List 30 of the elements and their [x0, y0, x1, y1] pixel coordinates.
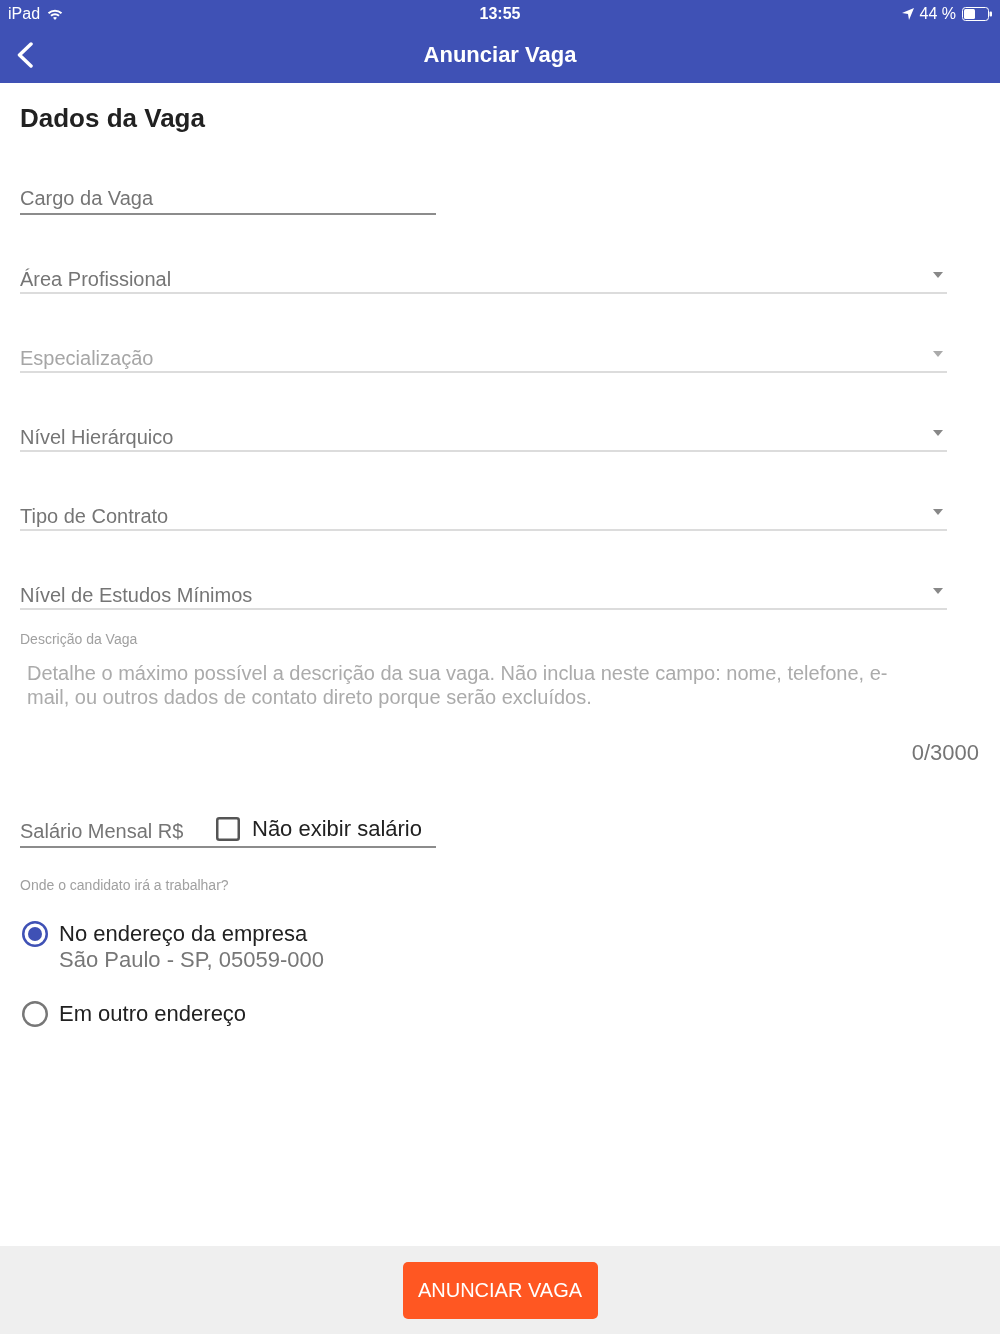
address-text: São Paulo - SP, 05059-000	[59, 947, 325, 973]
location-arrow-icon	[901, 7, 914, 20]
radio-option[interactable]: Em outro endereço	[20, 1001, 247, 1027]
battery-icon	[962, 6, 992, 21]
back-button[interactable]	[16, 42, 34, 68]
page-title: Anunciar Vaga	[423, 41, 577, 69]
back-chevron-icon	[16, 42, 34, 68]
section-title: Dados da Vaga	[20, 103, 205, 133]
dropdown-field[interactable]: Área Profissional	[20, 262, 947, 294]
battery-percent: 44 %	[919, 4, 956, 23]
field-label: Descrição da Vaga	[20, 630, 138, 648]
character-counter: 0/3000	[911, 740, 979, 766]
radio-option[interactable]: No endereço da empresa São Paulo - SP, 05059-000	[20, 921, 325, 973]
submit-button[interactable]: ANUNCIAR VAGA	[402, 1261, 598, 1319]
carrier-label: iPad	[8, 4, 41, 23]
description-field[interactable]: Detalhe o máximo possível a descrição da sua vaga. Não inclua neste campo: nome, telefone, e-mail, ou outros dados de contato direto porque serão excluídos.	[20, 661, 925, 735]
hide-salary-checkbox[interactable]: Não exibir salário	[216, 816, 422, 842]
caret-icon	[933, 430, 943, 436]
text-input-field[interactable]: Cargo da Vaga	[20, 183, 436, 215]
dropdown-field[interactable]: Tipo de Contrato	[20, 499, 947, 531]
wifi-icon	[47, 7, 64, 20]
caret-icon	[933, 351, 943, 357]
dropdown-field[interactable]: Nível de Estudos Mínimos	[20, 578, 947, 610]
section-label: Onde o candidato irá a trabalhar?	[20, 876, 229, 894]
caret-icon	[933, 509, 943, 515]
caret-icon	[933, 588, 943, 594]
clock-text: 13:55	[479, 4, 521, 23]
caret-icon	[933, 272, 943, 278]
dropdown-field[interactable]: Nível Hierárquico	[20, 420, 947, 452]
salary-field[interactable]: Salário Mensal R$	[20, 816, 216, 846]
